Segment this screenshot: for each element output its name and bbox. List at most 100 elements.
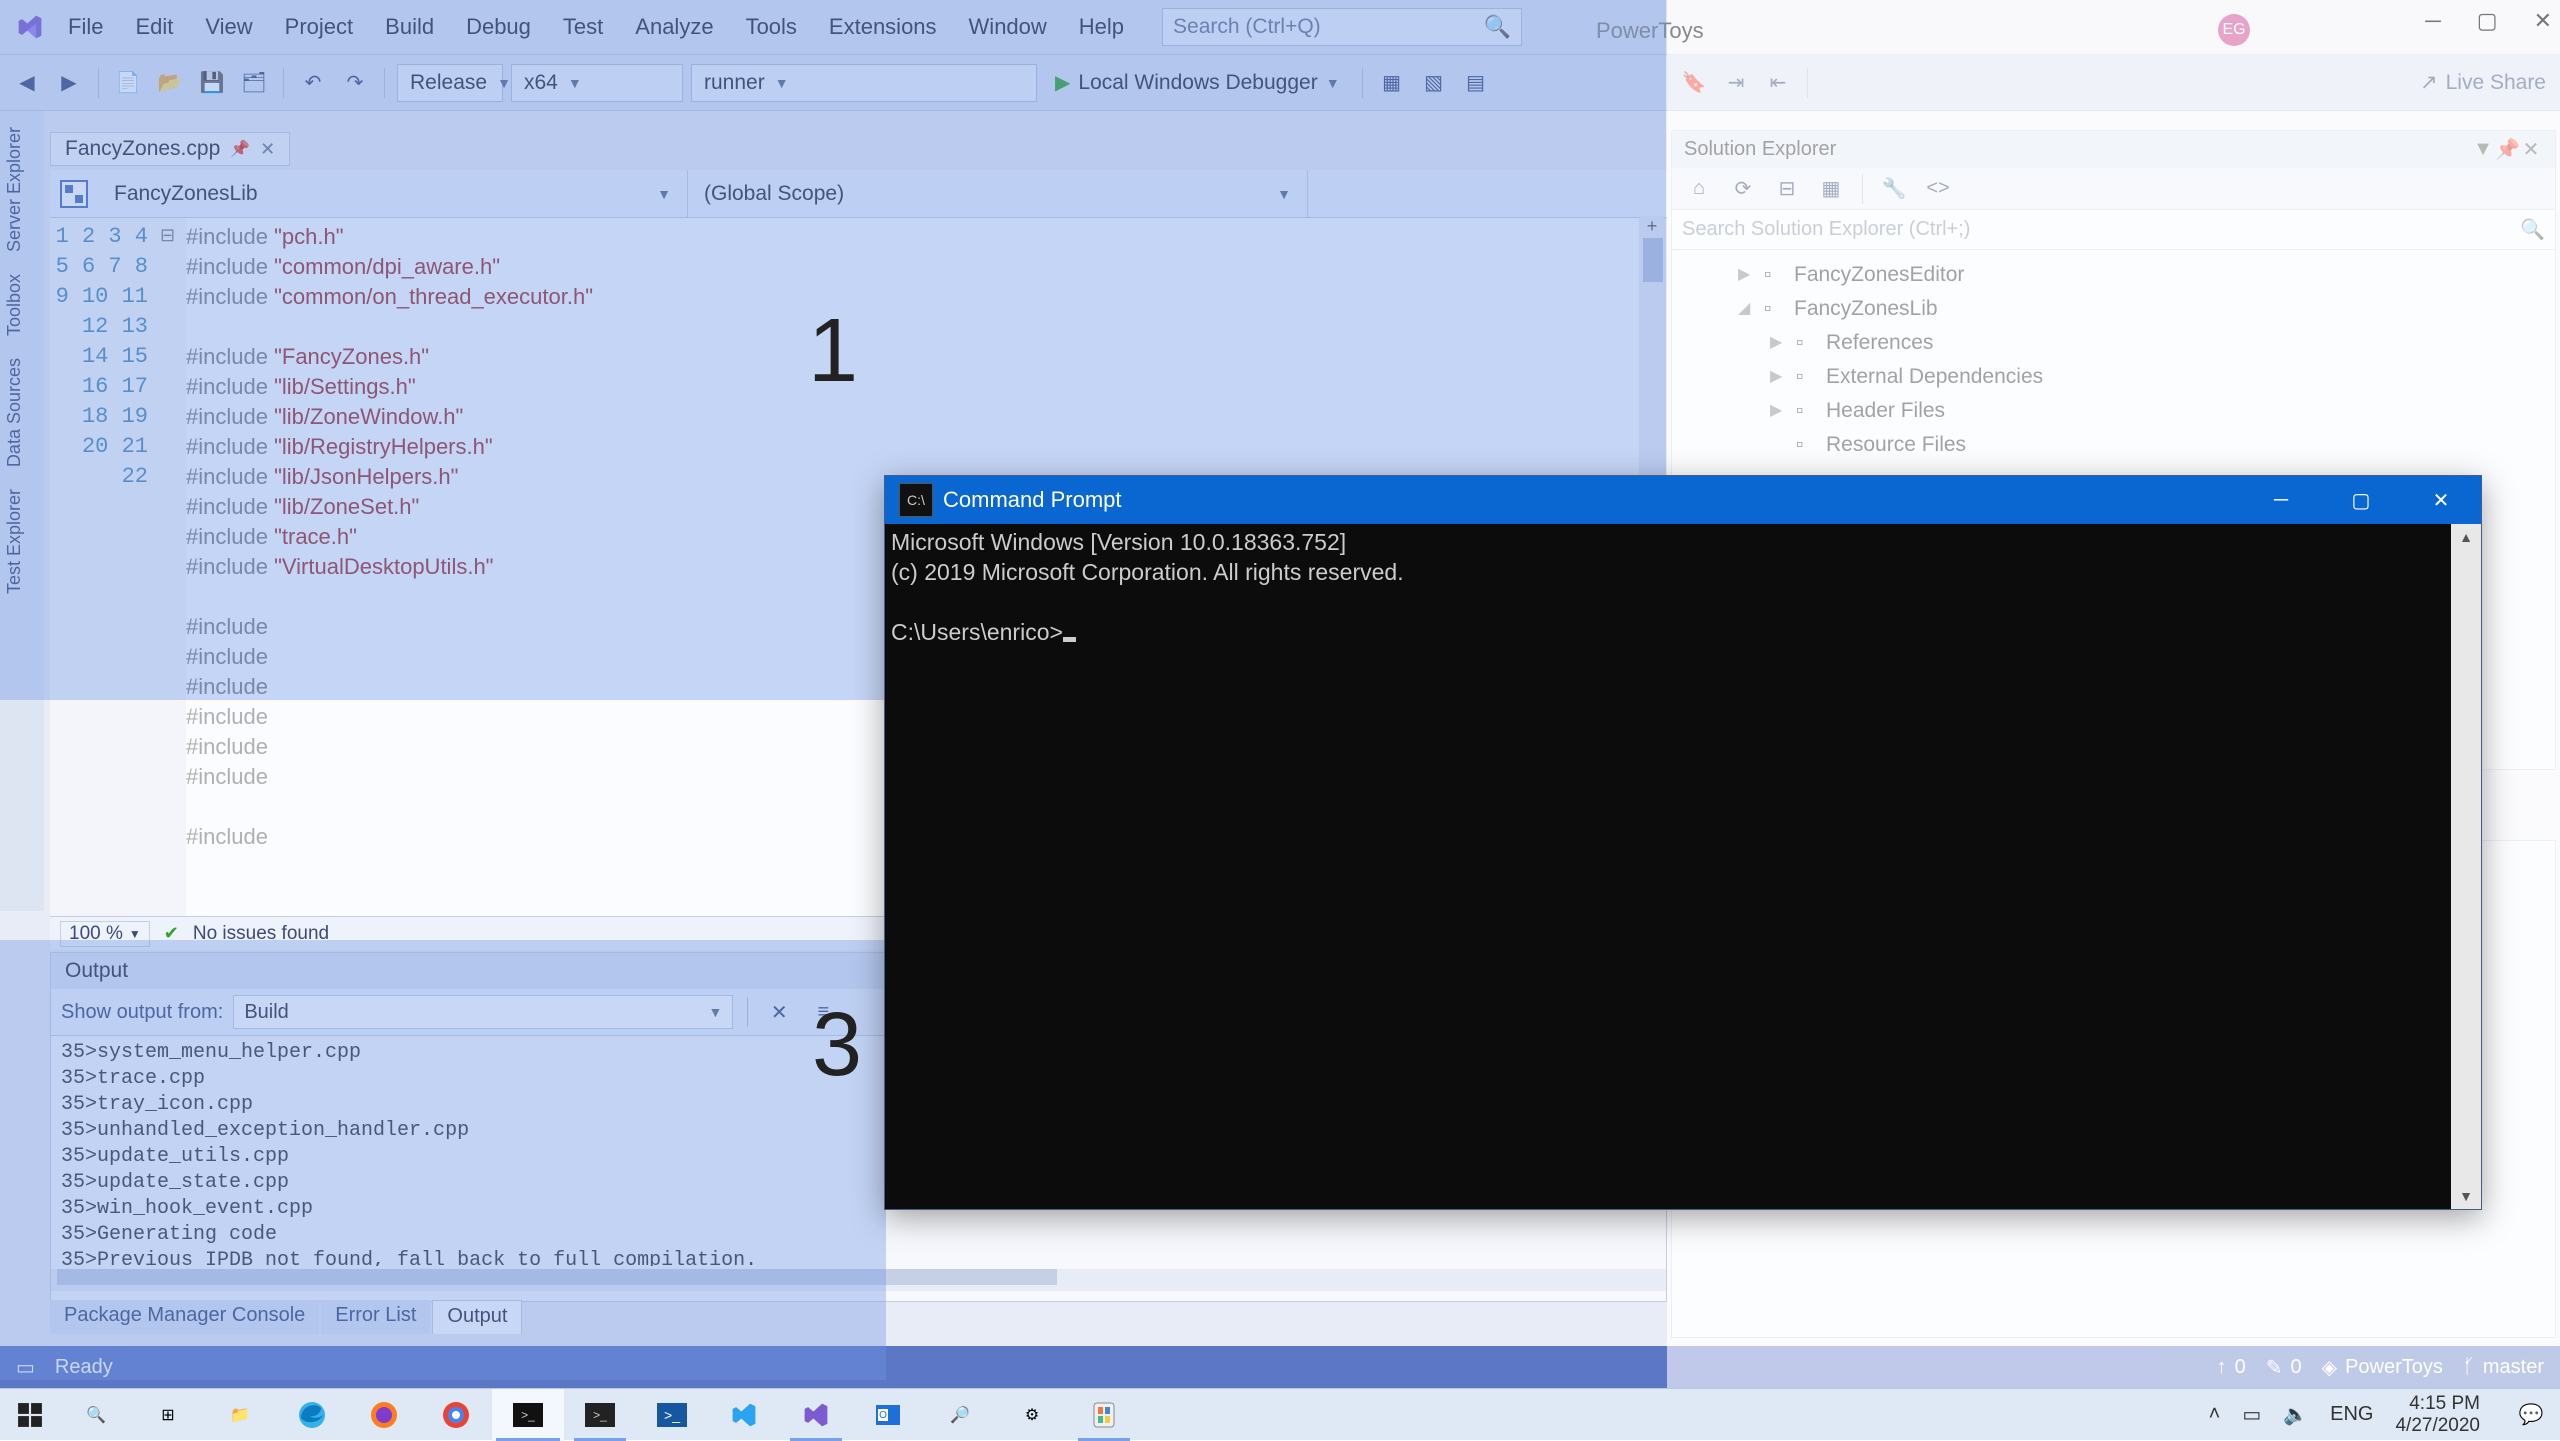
taskbar-terminal[interactable]: >_ <box>564 1389 636 1441</box>
sidetab-toolbox[interactable]: Toolbox <box>0 266 44 344</box>
minimize-icon[interactable]: ─ <box>2425 8 2441 34</box>
taskbar-taskview-icon[interactable]: ⊞ <box>132 1389 204 1441</box>
taskbar-outlook[interactable]: O <box>852 1389 924 1441</box>
command-prompt-window[interactable]: C:\ Command Prompt ─ ▢ ✕ Microsoft Windo… <box>884 475 2482 1210</box>
sln-search[interactable]: Search Solution Explorer (Ctrl+;) 🔍 <box>1672 210 2555 250</box>
cmd-titlebar[interactable]: C:\ Command Prompt ─ ▢ ✕ <box>885 476 2481 524</box>
taskbar-app-2[interactable]: ⚙ <box>996 1389 1068 1441</box>
tray-notifications-icon[interactable]: 💬 <box>2508 1389 2554 1441</box>
menu-build[interactable]: Build <box>371 8 448 46</box>
tab-error-list[interactable]: Error List <box>321 1300 430 1334</box>
taskbar-visual-studio[interactable] <box>780 1389 852 1441</box>
menu-test[interactable]: Test <box>549 8 617 46</box>
cmd-vscrollbar[interactable]: ▲ ▼ <box>2451 524 2481 1209</box>
undo-icon[interactable]: ↶ <box>296 66 330 100</box>
outdent-icon[interactable]: ⇤ <box>1761 66 1795 100</box>
type-dropdown[interactable]: FancyZonesLib▼ <box>98 170 688 217</box>
open-icon[interactable]: 📂 <box>153 66 187 100</box>
nav-fwd-icon[interactable]: ▶ <box>52 66 86 100</box>
toolbar-icon-1[interactable]: ▦ <box>1375 66 1409 100</box>
taskbar-chrome[interactable] <box>420 1389 492 1441</box>
tab-package-manager[interactable]: Package Manager Console <box>50 1300 319 1334</box>
sidetab-test-explorer[interactable]: Test Explorer <box>0 481 44 602</box>
status-branch[interactable]: ᚶ master <box>2463 1356 2544 1379</box>
scope-dropdown[interactable]: (Global Scope)▼ <box>688 170 1308 217</box>
editor-tab[interactable]: FancyZones.cpp 📌 ✕ <box>50 132 290 166</box>
sln-item[interactable]: ▶▫Header Files <box>1682 394 2545 428</box>
sln-item[interactable]: ◢▫FancyZonesLib <box>1682 292 2545 326</box>
status-repo[interactable]: ◈ PowerToys <box>2322 1355 2443 1380</box>
user-avatar[interactable]: EG <box>2218 14 2250 46</box>
panel-dropdown-icon[interactable]: ▼ <box>2471 138 2495 161</box>
sln-showall-icon[interactable]: ▦ <box>1814 172 1848 206</box>
nav-back-icon[interactable]: ◀ <box>10 66 44 100</box>
panel-close-icon[interactable]: ✕ <box>2519 137 2543 162</box>
taskbar-edge[interactable] <box>276 1389 348 1441</box>
start-button[interactable] <box>0 1389 60 1441</box>
indent-icon[interactable]: ⇥ <box>1719 66 1753 100</box>
maximize-icon[interactable]: ▢ <box>2477 8 2498 34</box>
tray-volume-icon[interactable]: 🔈 <box>2283 1402 2308 1427</box>
status-up[interactable]: ↑ 0 <box>2217 1356 2246 1379</box>
tray-chevron-icon[interactable]: ˄ <box>2209 1403 2221 1426</box>
sln-sync-icon[interactable]: ⟳ <box>1726 172 1760 206</box>
output-hscrollbar[interactable] <box>51 1269 1666 1291</box>
close-tab-icon[interactable]: ✕ <box>260 139 275 160</box>
menu-tools[interactable]: Tools <box>732 8 811 46</box>
panel-pin-icon[interactable]: 📌 <box>2495 137 2519 162</box>
taskbar-app-1[interactable]: 🔎 <box>924 1389 996 1441</box>
output-from-dropdown[interactable]: Build▼ <box>233 995 733 1029</box>
sln-props-icon[interactable]: 🔧 <box>1877 172 1911 206</box>
toolbar-icon-2[interactable]: ▧ <box>1417 66 1451 100</box>
save-icon[interactable]: 💾 <box>195 66 229 100</box>
toolbar-icon-3[interactable]: ▤ <box>1459 66 1493 100</box>
tray-lang[interactable]: ENG <box>2330 1403 2373 1426</box>
menu-window[interactable]: Window <box>955 8 1061 46</box>
config-dropdown[interactable]: Release▼ <box>397 64 503 102</box>
menu-file[interactable]: File <box>54 8 117 46</box>
menu-project[interactable]: Project <box>271 8 367 46</box>
menu-edit[interactable]: Edit <box>121 8 187 46</box>
close-icon[interactable]: ✕ <box>2534 8 2552 34</box>
sln-item[interactable]: ▶▫FancyZonesEditor <box>1682 258 2545 292</box>
tab-output[interactable]: Output <box>432 1300 522 1334</box>
sln-item[interactable]: ▶▫External Dependencies <box>1682 360 2545 394</box>
redo-icon[interactable]: ↷ <box>338 66 372 100</box>
tray-clock[interactable]: 4:15 PM 4/27/2020 <box>2395 1393 2486 1437</box>
taskbar-search-icon[interactable]: 🔍 <box>60 1389 132 1441</box>
output-clear-icon[interactable]: ✕ <box>762 995 796 1029</box>
startup-dropdown[interactable]: runner▼ <box>691 64 1037 102</box>
status-pencil[interactable]: ✎ 0 <box>2266 1355 2302 1380</box>
tray-battery-icon[interactable]: ▭ <box>2242 1402 2261 1427</box>
cmd-close-button[interactable]: ✕ <box>2401 476 2481 524</box>
sidetab-server-explorer[interactable]: Server Explorer <box>0 119 44 260</box>
taskbar-explorer[interactable]: 📁 <box>204 1389 276 1441</box>
sln-item[interactable]: ▶▫References <box>1682 326 2545 360</box>
live-share-button[interactable]: ↗ Live Share <box>2420 70 2546 95</box>
pin-icon[interactable]: 📌 <box>230 139 250 159</box>
save-all-icon[interactable]: 🗂 <box>237 66 271 100</box>
quick-search[interactable]: Search (Ctrl+Q) 🔍 <box>1162 8 1522 46</box>
sln-tree[interactable]: ▶▫FancyZonesEditor◢▫FancyZonesLib▶▫Refer… <box>1672 250 2555 470</box>
sln-code-icon[interactable]: <> <box>1921 172 1955 206</box>
taskbar-vscode[interactable] <box>708 1389 780 1441</box>
platform-dropdown[interactable]: x64▼ <box>511 64 683 102</box>
cmd-minimize-button[interactable]: ─ <box>2241 476 2321 524</box>
cmd-body[interactable]: Microsoft Windows [Version 10.0.18363.75… <box>885 524 2451 1209</box>
menu-view[interactable]: View <box>191 8 266 46</box>
menu-extensions[interactable]: Extensions <box>815 8 951 46</box>
sln-item[interactable]: ▫Resource Files <box>1682 428 2545 462</box>
taskbar-cmd[interactable]: >_ <box>492 1389 564 1441</box>
start-debug-button[interactable]: ▶ Local Windows Debugger ▼ <box>1045 64 1350 102</box>
cmd-maximize-button[interactable]: ▢ <box>2321 476 2401 524</box>
sidetab-data-sources[interactable]: Data Sources <box>0 350 44 475</box>
fold-gutter[interactable]: ⊟ <box>160 218 186 918</box>
sln-collapse-icon[interactable]: ⊟ <box>1770 172 1804 206</box>
zoom-combo[interactable]: 100 %▼ <box>60 921 150 947</box>
sln-home-icon[interactable]: ⌂ <box>1682 172 1716 206</box>
new-item-icon[interactable]: 📄 <box>111 66 145 100</box>
split-icon[interactable]: + <box>1641 216 1663 238</box>
menu-debug[interactable]: Debug <box>452 8 545 46</box>
taskbar-powertoys[interactable] <box>1068 1389 1140 1441</box>
taskbar-firefox[interactable] <box>348 1389 420 1441</box>
